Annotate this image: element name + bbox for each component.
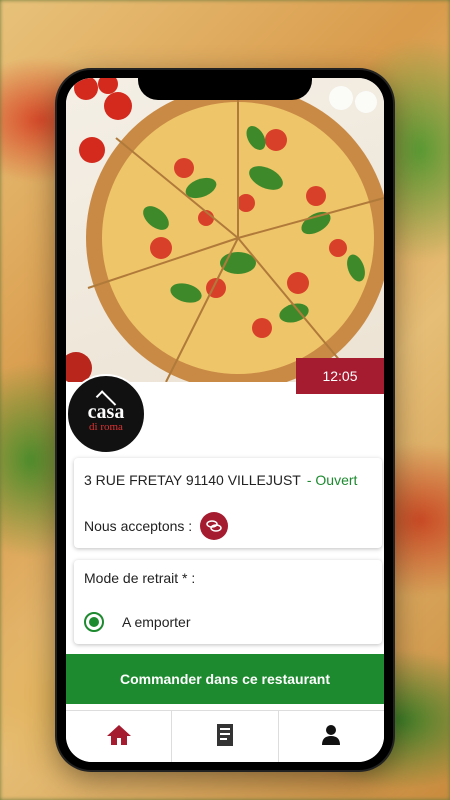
tab-home[interactable] (66, 711, 171, 762)
coins-icon (200, 512, 229, 540)
order-button[interactable]: Commander dans ce restaurant (66, 654, 384, 704)
restaurant-address-line: 3 RUE FRETAY 91140 VILLEJUST - Ouvert (84, 472, 357, 488)
tab-profile[interactable] (277, 711, 384, 762)
restaurant-address: 3 RUE FRETAY 91140 VILLEJUST (84, 472, 301, 488)
receipt-icon (215, 723, 235, 752)
logo-subtitle: di roma (89, 420, 123, 433)
pickup-time-badge: 12:05 (296, 358, 384, 394)
takeaway-radio[interactable] (84, 612, 104, 632)
restaurant-logo: casa di roma (66, 374, 146, 454)
accepted-payments: Nous acceptons : (84, 512, 229, 540)
pickup-mode-label: Mode de retrait * : (84, 570, 196, 586)
pizza-hero-image (66, 78, 384, 382)
takeaway-option[interactable]: A emporter (84, 612, 190, 632)
bottom-tab-bar (66, 710, 384, 762)
pickup-mode-card: Mode de retrait * : A emporter (74, 560, 382, 644)
app-screen: 12:05 casa di roma 3 RUE FRETAY 91140 VI… (66, 78, 384, 762)
phone-notch (138, 70, 312, 100)
radio-selected-dot (89, 617, 99, 627)
tab-orders[interactable] (171, 711, 277, 762)
accept-label: Nous acceptons : (84, 518, 193, 534)
takeaway-label: A emporter (122, 614, 191, 630)
home-icon (106, 723, 132, 752)
open-status: - Ouvert (306, 472, 358, 488)
restaurant-info-card: 3 RUE FRETAY 91140 VILLEJUST - Ouvert Nou… (74, 458, 382, 548)
user-icon (321, 724, 341, 751)
